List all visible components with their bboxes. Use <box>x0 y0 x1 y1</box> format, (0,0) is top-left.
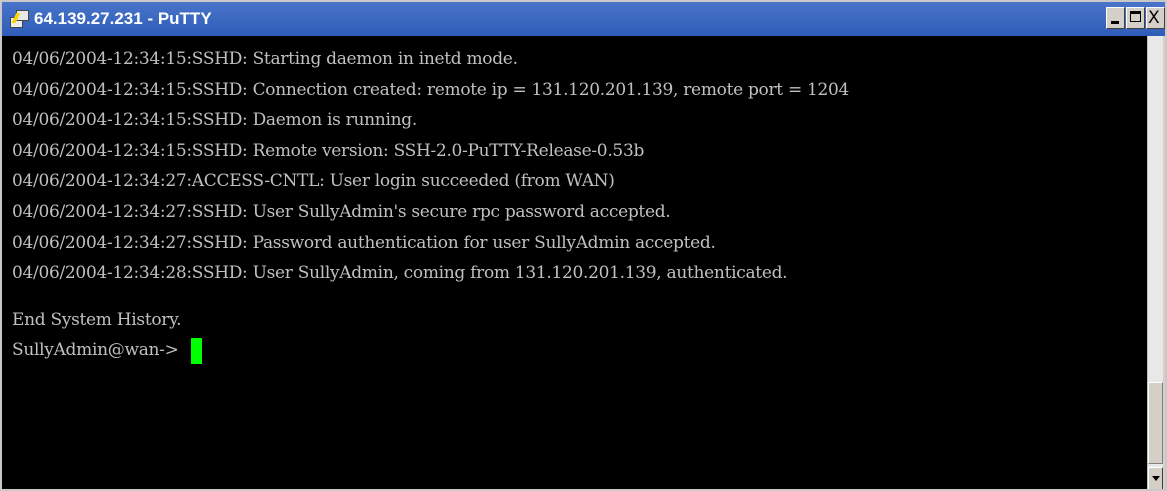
log-line: 04/06/2004-12:34:28:SSHD: User SullyAdmi… <box>12 263 788 284</box>
log-line: 04/06/2004-12:34:15:SSHD: Remote version… <box>12 140 645 161</box>
scroll-down-button[interactable] <box>1148 467 1163 489</box>
arrow-down-icon <box>1152 476 1160 481</box>
log-line: 04/06/2004-12:34:27:SSHD: User SullyAdmi… <box>12 201 671 222</box>
text-cursor <box>190 337 202 364</box>
terminal-area[interactable]: 04/06/2004-12:34:15:SSHD: Starting daemo… <box>2 36 1149 489</box>
window-title: 64.139.27.231 - PuTTY <box>34 9 212 28</box>
close-icon: X <box>1148 8 1160 28</box>
scrollbar-thumb[interactable] <box>1148 382 1163 464</box>
prompt-text: SullyAdmin@wan-> <box>12 340 179 361</box>
terminal-output: 04/06/2004-12:34:15:SSHD: Starting daemo… <box>12 44 849 366</box>
log-line: 04/06/2004-12:34:27:ACCESS-CNTL: User lo… <box>12 171 615 192</box>
log-line: 04/06/2004-12:34:15:SSHD: Daemon is runn… <box>12 110 417 131</box>
putty-window: 64.139.27.231 - PuTTY X 04/06/2004-12:34… <box>0 0 1167 491</box>
minimize-button[interactable] <box>1106 7 1125 29</box>
command-prompt[interactable]: SullyAdmin@wan-> <box>12 335 849 366</box>
log-line: 04/06/2004-12:34:15:SSHD: Connection cre… <box>12 79 850 100</box>
maximize-button[interactable] <box>1126 7 1145 29</box>
putty-icon[interactable] <box>8 9 29 29</box>
log-line: 04/06/2004-12:34:27:SSHD: Password authe… <box>12 232 716 253</box>
vertical-scrollbar[interactable] <box>1147 36 1163 489</box>
close-button[interactable]: X <box>1146 7 1165 29</box>
window-controls: X <box>1106 7 1165 29</box>
log-line: 04/06/2004-12:34:15:SSHD: Starting daemo… <box>12 49 518 69</box>
title-bar[interactable]: 64.139.27.231 - PuTTY X <box>2 2 1165 36</box>
end-history-line: End System History. <box>12 309 182 330</box>
minimize-icon <box>1111 21 1119 24</box>
maximize-icon <box>1130 11 1141 22</box>
